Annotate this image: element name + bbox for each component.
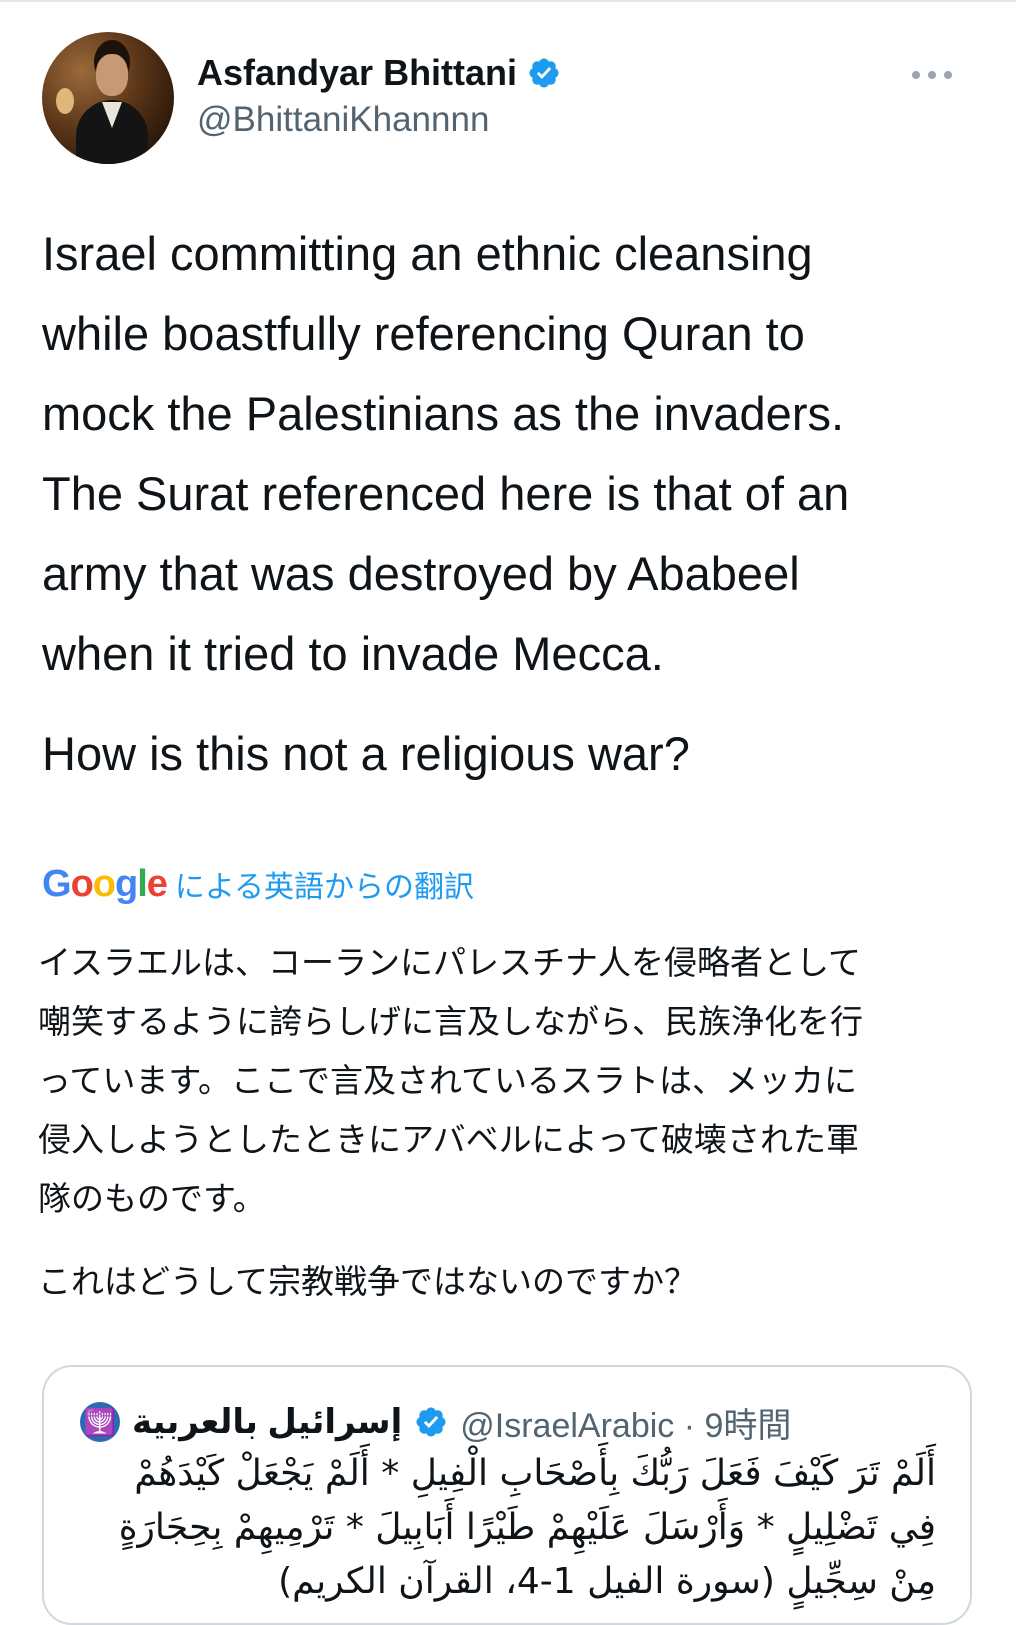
author-name[interactable]: Asfandyar Bhittani bbox=[197, 52, 517, 94]
translated-line: 嘲笑するように誇らしげに言及しながら、民族浄化を行 bbox=[38, 1003, 863, 1040]
tweet-line: mock the Palestinians as the invaders. bbox=[42, 387, 845, 440]
menorah-avatar-icon[interactable]: 🕎 bbox=[80, 1402, 120, 1442]
verified-badge-icon bbox=[529, 58, 559, 88]
quoted-tweet[interactable]: 🕎 إسرائيل بالعربية @IsraelArabic · 9時間 أ… bbox=[42, 1365, 972, 1625]
tweet-line: Israel committing an ethnic cleansing bbox=[42, 227, 813, 280]
translated-line: っています。ここで言及されているスラトは、メッカに bbox=[38, 1062, 858, 1099]
translated-line: イスラエルは、コーランにパレスチナ人を侵略者として bbox=[38, 944, 862, 981]
quoted-author-handle-time[interactable]: @IsraelArabic · 9時間 bbox=[460, 1398, 791, 1447]
translated-line: 隊のものです。 bbox=[38, 1180, 266, 1217]
avatar[interactable] bbox=[42, 32, 174, 164]
tweet-line: The Surat referenced here is that of an bbox=[42, 467, 850, 520]
translated-text: イスラエルは、コーランにパレスチナ人を侵略者として 嘲笑するように誇らしげに言及… bbox=[38, 933, 998, 1311]
verified-badge-icon bbox=[416, 1407, 446, 1437]
tweet-line: while boastfully referencing Quran to bbox=[42, 307, 805, 360]
top-divider bbox=[0, 0, 1016, 2]
quoted-line: مِنْ سِجِّيلٍ (سورة الفيل 1-4، القرآن ال… bbox=[278, 1561, 936, 1602]
tweet-text: Israel committing an ethnic cleansing wh… bbox=[42, 214, 992, 794]
author-name-row[interactable]: Asfandyar Bhittani bbox=[197, 52, 561, 94]
quoted-author-name[interactable]: إسرائيل بالعربية bbox=[132, 1402, 402, 1442]
tweet-line: when it tried to invade Mecca. bbox=[42, 627, 664, 680]
google-logo: Google bbox=[42, 862, 168, 905]
translated-question: これはどうして宗教戦争ではないのですか？ bbox=[38, 1263, 698, 1300]
quoted-line: فِي تَضْلِيلٍ * وَأَرْسَلَ عَلَيْهِمْ طَ… bbox=[118, 1507, 936, 1548]
tweet-line: army that was destroyed by Ababeel bbox=[42, 547, 800, 600]
quoted-tweet-header: 🕎 إسرائيل بالعربية @IsraelArabic · 9時間 bbox=[80, 1397, 940, 1447]
translation-label[interactable]: による英語からの翻訳 bbox=[175, 862, 474, 906]
translation-attribution[interactable]: Google による英語からの翻訳 bbox=[42, 862, 474, 906]
tweet-question: How is this not a religious war? bbox=[42, 727, 690, 780]
quoted-line: أَلَمْ تَرَ كَيْفَ فَعَلَ رَبُّكَ بِأَصْ… bbox=[134, 1453, 936, 1494]
more-options-icon[interactable] bbox=[912, 60, 952, 90]
quoted-tweet-text: أَلَمْ تَرَ كَيْفَ فَعَلَ رَبُّكَ بِأَصْ… bbox=[76, 1447, 936, 1609]
translated-line: 侵入しようとしたときにアバベルによって破壊された軍 bbox=[38, 1121, 860, 1158]
author-handle[interactable]: @BhittaniKhannnn bbox=[197, 100, 489, 140]
